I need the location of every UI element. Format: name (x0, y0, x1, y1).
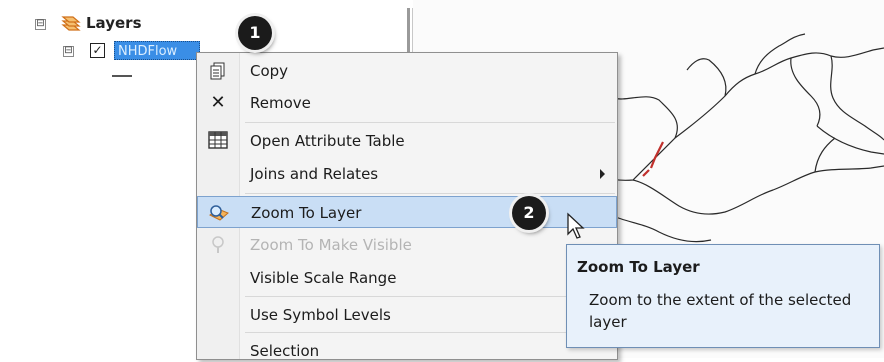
submenu-arrow-icon (600, 169, 605, 179)
remove-icon: ✕ (210, 92, 226, 113)
table-icon (207, 131, 229, 151)
menu-item-label: Zoom To Make Visible (250, 236, 412, 254)
menu-item-remove[interactable]: ✕ Remove (197, 87, 617, 119)
menu-item-visible-scale-range[interactable]: Visible Scale Range (197, 262, 617, 294)
layers-icon (61, 16, 81, 31)
menu-item-selection[interactable]: Selection (197, 335, 617, 360)
tooltip: Zoom To Layer Zoom to the extent of the … (566, 244, 880, 348)
layers-collapse-toggle[interactable]: ⊟ (35, 19, 46, 30)
tooltip-title: Zoom To Layer (577, 258, 700, 276)
layer-legend-symbol (112, 75, 132, 77)
menu-item-zoom-to-make-visible: Zoom To Make Visible (197, 229, 617, 261)
menu-separator (245, 193, 615, 194)
menu-item-label: Zoom To Layer (251, 204, 362, 222)
menu-item-use-symbol-levels[interactable]: Use Symbol Levels (197, 299, 617, 331)
zoom-to-layer-icon (208, 203, 230, 223)
layers-root-label[interactable]: Layers (86, 14, 142, 32)
menu-separator (245, 122, 615, 123)
menu-item-open-attribute-table[interactable]: Open Attribute Table (197, 125, 617, 157)
menu-item-zoom-to-layer[interactable]: Zoom To Layer (197, 196, 617, 228)
menu-separator (245, 296, 615, 297)
menu-item-copy[interactable]: Copy (197, 55, 617, 87)
copy-icon (207, 61, 229, 81)
menu-item-label: Visible Scale Range (250, 269, 397, 287)
menu-item-label: Use Symbol Levels (250, 306, 391, 324)
menu-item-label: Open Attribute Table (250, 132, 405, 150)
menu-item-label: Remove (250, 94, 311, 112)
zoom-visible-icon (207, 235, 229, 255)
menu-item-label: Copy (250, 62, 289, 80)
step-1-callout: 1 (238, 16, 272, 50)
tooltip-body: Zoom to the extent of the selected layer (589, 291, 852, 331)
mouse-cursor-icon (567, 212, 585, 239)
layer-visibility-checkbox[interactable]: ✓ (90, 43, 105, 58)
menu-item-label: Joins and Relates (250, 165, 379, 183)
layer-collapse-toggle[interactable]: ⊟ (63, 46, 74, 57)
menu-item-label: Selection (250, 342, 320, 360)
menu-separator (245, 332, 615, 333)
context-menu: Copy ✕ Remove Open Attribute Table Joins… (196, 52, 618, 360)
selected-layer-name[interactable]: NHDFlow (114, 41, 200, 60)
step-2-callout: 2 (512, 196, 546, 230)
menu-item-joins-and-relates[interactable]: Joins and Relates (197, 158, 617, 190)
